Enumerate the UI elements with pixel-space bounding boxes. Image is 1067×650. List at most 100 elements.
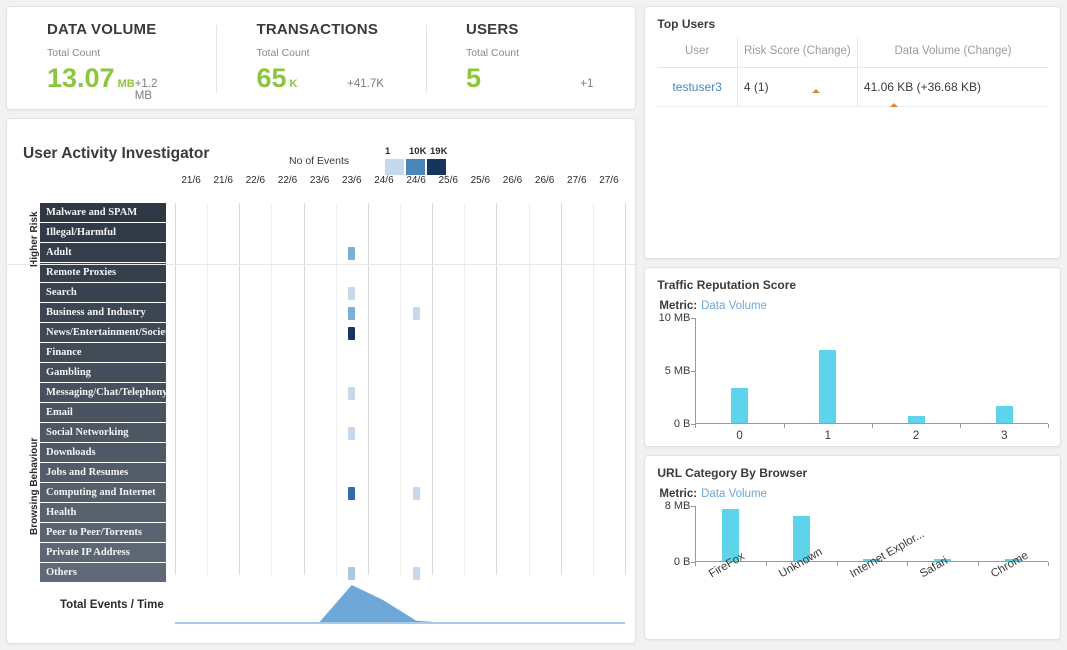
heatmap-legend: 110K19K [385, 146, 448, 175]
heatmap-cell[interactable] [348, 427, 355, 440]
kpi-value: 5 [466, 65, 481, 92]
grid-line [529, 203, 530, 575]
heatmap-category-downloads[interactable]: Downloads [40, 443, 166, 463]
heatmap-category-social-networking[interactable]: Social Networking [40, 423, 166, 443]
y-axis-label-higher-risk: Higher Risk [29, 211, 40, 267]
heatmap-category-jobs-and-resumes[interactable]: Jobs and Resumes [40, 463, 166, 483]
trend-up-icon [890, 103, 898, 107]
x-axis-tick-label: 25/6 [471, 175, 490, 186]
url-category-bar-chart[interactable]: 0 B8 MBFireFoxUnknownInternet Explor...S… [695, 506, 1048, 562]
traffic-reputation-bar-chart[interactable]: 0 B5 MB10 MB0123 [695, 318, 1048, 424]
heatmap-category-others[interactable]: Others [40, 563, 166, 583]
y-axis-line [695, 506, 696, 562]
heatmap-x-axis: 21/621/622/622/623/623/624/624/625/625/6… [7, 175, 636, 193]
grid-line [496, 203, 497, 575]
heatmap-cell[interactable] [413, 307, 420, 320]
x-axis-tick-mark [907, 562, 908, 566]
heatmap-category-messaging-chat-telephony[interactable]: Messaging/Chat/Telephony [40, 383, 166, 403]
kpi-title: USERS [466, 21, 617, 38]
heatmap-cell[interactable] [348, 487, 355, 500]
heatmap-category-remote-proxies[interactable]: Remote Proxies [40, 263, 166, 283]
x-axis-tick-label: 22/6 [246, 175, 265, 186]
y-axis-line [695, 318, 696, 424]
y-axis-tick-mark [691, 371, 695, 372]
x-axis-tick-mark [766, 562, 767, 566]
table-row[interactable]: testuser3 4 (1) 41.06 KB (+36.68 KB) [657, 68, 1048, 107]
heatmap-category-business-and-industry[interactable]: Business and Industry [40, 303, 166, 323]
heatmap-category-news-entertainment-society[interactable]: News/Entertainment/Society [40, 323, 166, 343]
heatmap-cell[interactable] [413, 487, 420, 500]
x-axis-tick-label: 22/6 [278, 175, 297, 186]
heatmap-cell[interactable] [348, 307, 355, 320]
column-header-risk-score[interactable]: Risk Score (Change) [737, 37, 857, 68]
column-header-data-volume[interactable]: Data Volume (Change) [857, 37, 1048, 68]
grid-line [561, 203, 562, 575]
kpi-delta: +1 [580, 78, 617, 90]
x-axis-tick-label: 23/6 [342, 175, 361, 186]
investigator-header: User Activity Investigator No of Events … [7, 119, 635, 175]
x-axis-tick-label: 24/6 [406, 175, 425, 186]
traffic-reputation-score-card: Traffic Reputation Score Metric:Data Vol… [644, 267, 1061, 447]
heatmap-category-search[interactable]: Search [40, 283, 166, 303]
y-axis-tick-label: 5 MB [665, 365, 691, 377]
heatmap-category-private-ip-address[interactable]: Private IP Address [40, 543, 166, 563]
grid-line [368, 203, 369, 575]
column-header-user[interactable]: User [657, 37, 737, 68]
heatmap-category-malware-and-spam[interactable]: Malware and SPAM [40, 203, 166, 223]
dashboard: DATA VOLUME Total Count 13.07 MB +1.2 MB… [0, 0, 1067, 650]
heatmap-plot-area[interactable] [175, 203, 625, 575]
x-axis-tick-label: 21/6 [213, 175, 232, 186]
heatmap-category-list[interactable]: Malware and SPAMIllegal/HarmfulAdultRemo… [40, 203, 166, 583]
x-axis-tick-mark [960, 424, 961, 428]
kpi-summary-card: DATA VOLUME Total Count 13.07 MB +1.2 MB… [6, 6, 636, 110]
x-axis-category-label: 3 [1001, 430, 1007, 442]
heatmap-category-computing-and-internet[interactable]: Computing and Internet [40, 483, 166, 503]
heatmap-category-health[interactable]: Health [40, 503, 166, 523]
grid-line [400, 203, 401, 575]
data-volume-value: 41.06 KB (+36.68 KB) [864, 80, 981, 94]
sparkline-label: Total Events / Time [60, 599, 164, 611]
cell-user[interactable]: testuser3 [657, 68, 737, 107]
risk-group-divider [7, 264, 636, 265]
x-axis-tick-label: 21/6 [181, 175, 200, 186]
heatmap-cell[interactable] [348, 287, 355, 300]
user-link[interactable]: testuser3 [672, 80, 721, 94]
kpi-transactions[interactable]: TRANSACTIONS Total Count 65 K +41.7K [216, 21, 425, 109]
heatmap-category-adult[interactable]: Adult [40, 243, 166, 263]
kpi-users[interactable]: USERS Total Count 5 +1 [426, 21, 635, 109]
url-category-title: URL Category By Browser [657, 466, 1048, 480]
kpi-unit: MB [118, 78, 135, 90]
left-column: DATA VOLUME Total Count 13.07 MB +1.2 MB… [6, 6, 636, 644]
heatmap-cell[interactable] [348, 387, 355, 400]
bar-1[interactable] [819, 350, 836, 424]
grid-line [175, 203, 176, 575]
user-activity-investigator-card: User Activity Investigator No of Events … [6, 118, 636, 644]
bar-3[interactable] [996, 406, 1013, 423]
heatmap-category-email[interactable]: Email [40, 403, 166, 423]
heatmap-cell[interactable] [348, 327, 355, 340]
x-axis-category-label: 0 [736, 430, 742, 442]
kpi-subtitle: Total Count [466, 47, 617, 59]
traffic-reputation-title: Traffic Reputation Score [657, 278, 1048, 292]
kpi-title: DATA VOLUME [47, 21, 198, 38]
heatmap-category-finance[interactable]: Finance [40, 343, 166, 363]
heatmap-cell[interactable] [348, 247, 355, 260]
bar-2[interactable] [908, 416, 925, 423]
kpi-title: TRANSACTIONS [256, 21, 407, 38]
heatmap-category-illegal-harmful[interactable]: Illegal/Harmful [40, 223, 166, 243]
bar-0[interactable] [731, 388, 748, 423]
kpi-delta: +41.7K [347, 78, 408, 90]
metric-value-link[interactable]: Data Volume [701, 488, 767, 500]
x-axis-tick-label: 26/6 [503, 175, 522, 186]
legend-tick-0: 1 [385, 146, 390, 157]
heatmap-category-gambling[interactable]: Gambling [40, 363, 166, 383]
kpi-data-volume[interactable]: DATA VOLUME Total Count 13.07 MB +1.2 MB [7, 21, 216, 109]
metric-value-link[interactable]: Data Volume [701, 300, 767, 312]
x-axis-tick-mark [784, 424, 785, 428]
total-events-sparkline[interactable] [175, 579, 625, 627]
kpi-value: 65 [256, 65, 286, 92]
grid-line [271, 203, 272, 575]
url-category-by-browser-card: URL Category By Browser Metric:Data Volu… [644, 455, 1061, 640]
legend-swatch-1 [406, 159, 425, 175]
heatmap-category-peer-to-peer-torrents[interactable]: Peer to Peer/Torrents [40, 523, 166, 543]
